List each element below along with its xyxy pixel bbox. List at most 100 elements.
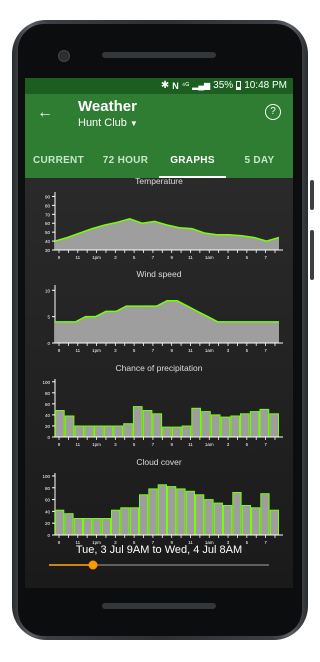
location-label: Hunt Club <box>78 117 127 129</box>
bar <box>230 415 241 438</box>
cloud-cover-chart: 0204060801009 11 1pm 3 5 7 9 11 1am 3 5 7 <box>42 473 283 545</box>
earpiece-speaker <box>102 52 216 58</box>
bar <box>181 425 192 438</box>
temperature-chart: 30 40 50 60 70 80 90 9 11 1pm 3 5 7 9 11 1am 3 5 7 <box>45 192 283 260</box>
bar <box>232 492 242 536</box>
x-tick-label: 9 <box>58 255 61 260</box>
chart-title-temperature: Temperature <box>135 176 183 186</box>
x-tick-label: 3 <box>114 255 117 260</box>
x-tick-label: 7 <box>264 442 267 447</box>
bar <box>101 518 111 536</box>
bar <box>241 505 251 536</box>
x-tick-label: 3 <box>227 255 230 260</box>
y-tick-label: 20 <box>45 521 51 526</box>
bottom-speaker <box>102 603 216 609</box>
bar <box>55 509 65 536</box>
y-tick-label: 80 <box>45 391 51 396</box>
y-tick-label: 30 <box>45 248 51 253</box>
x-tick-label: 5 <box>133 348 136 353</box>
bar <box>73 518 84 536</box>
tab-72-hour[interactable]: 72 HOUR <box>92 146 159 178</box>
x-tick-label: 7 <box>264 255 267 260</box>
y-tick-label: 70 <box>45 212 51 217</box>
x-tick-label: 9 <box>170 348 173 353</box>
bar <box>113 425 124 438</box>
y-tick-label: 20 <box>45 424 51 429</box>
y-tick-label: 80 <box>45 203 51 208</box>
chevron-down-icon: ▼ <box>129 118 138 128</box>
y-tick-label: 10 <box>45 288 51 293</box>
x-tick-label: 1am <box>205 255 214 260</box>
bar <box>269 413 280 438</box>
bar <box>223 505 233 536</box>
slider-thumb <box>88 560 98 570</box>
tab-graphs[interactable]: GRAPHS <box>159 146 226 178</box>
precipitation-chart: 0 20 40 60 80 100 9 11 1pm 3 5 7 9 11 1am 3 5 7 <box>42 379 283 447</box>
x-tick-label: 7 <box>152 255 155 260</box>
bar <box>213 502 223 536</box>
bar <box>74 425 85 438</box>
x-tick-label: 11 <box>75 348 80 353</box>
volume-button <box>310 180 314 210</box>
x-tick-label: 11 <box>188 442 193 447</box>
x-tick-label: 3 <box>227 442 230 447</box>
bar <box>195 494 205 536</box>
x-tick-label: 11 <box>188 255 193 260</box>
location-selector[interactable]: Hunt Club ▼ <box>78 117 138 129</box>
chart-title-precipitation: Chance of precipitation <box>115 363 203 373</box>
x-tick-label: 5 <box>133 442 136 447</box>
bar <box>94 425 104 438</box>
bar <box>120 507 130 536</box>
bar <box>142 410 153 438</box>
y-tick-label: 100 <box>42 474 50 479</box>
bar <box>111 509 121 536</box>
x-tick-label: 3 <box>114 348 117 353</box>
back-arrow-icon[interactable]: ← <box>37 104 53 122</box>
page-title: Weather <box>78 98 137 115</box>
bar <box>123 423 133 438</box>
bar <box>210 414 221 438</box>
bar <box>64 513 74 536</box>
x-tick-label: 11 <box>75 442 80 447</box>
bar <box>162 426 172 438</box>
wind-speed-chart: 0 5 10 9 11 1pm 3 5 7 9 11 1am 3 5 7 <box>45 285 283 353</box>
bar <box>129 507 139 536</box>
tab-current[interactable]: CURRENT <box>25 146 92 178</box>
x-tick-label: 9 <box>170 442 173 447</box>
bar <box>167 486 177 536</box>
help-icon[interactable]: ? <box>265 104 281 120</box>
tab-5-day[interactable]: 5 DAY <box>226 146 293 178</box>
bar <box>176 488 186 536</box>
time-range-label: Tue, 3 Jul 9AM to Wed, 4 Jul 8AM <box>75 544 243 556</box>
x-tick-label: 7 <box>264 348 267 353</box>
bar <box>139 494 149 536</box>
x-tick-label: 1pm <box>92 442 101 447</box>
bar <box>201 411 211 438</box>
bar <box>171 426 182 438</box>
y-tick-label: 40 <box>45 239 51 244</box>
tab-bar: CURRENT 72 HOUR GRAPHS 5 DAY <box>25 146 293 178</box>
bar <box>185 490 195 536</box>
x-tick-label: 9 <box>58 442 61 447</box>
time-range-slider[interactable] <box>25 558 293 572</box>
x-tick-label: 1am <box>205 348 214 353</box>
x-tick-label: 9 <box>170 255 173 260</box>
bar <box>83 518 93 536</box>
y-tick-label: 60 <box>45 221 51 226</box>
bar <box>132 406 143 438</box>
x-tick-label: 3 <box>227 348 230 353</box>
chart-title-wind: Wind speed <box>136 269 182 279</box>
bar <box>269 509 279 536</box>
x-tick-label: 5 <box>133 255 136 260</box>
y-tick-label: 60 <box>45 402 51 407</box>
battery-percent: 35% <box>213 80 234 91</box>
graphs-panel: Temperature 30 40 50 60 70 80 90 9 11 1pm 3 5 7 9 11 1a… <box>25 176 293 588</box>
x-tick-label: 5 <box>246 255 249 260</box>
bar <box>204 499 214 536</box>
y-tick-label: 50 <box>45 230 51 235</box>
bar <box>148 488 158 536</box>
bar <box>240 413 250 438</box>
x-tick-label: 9 <box>58 348 61 353</box>
battery-icon <box>236 81 242 90</box>
bar <box>152 413 163 438</box>
